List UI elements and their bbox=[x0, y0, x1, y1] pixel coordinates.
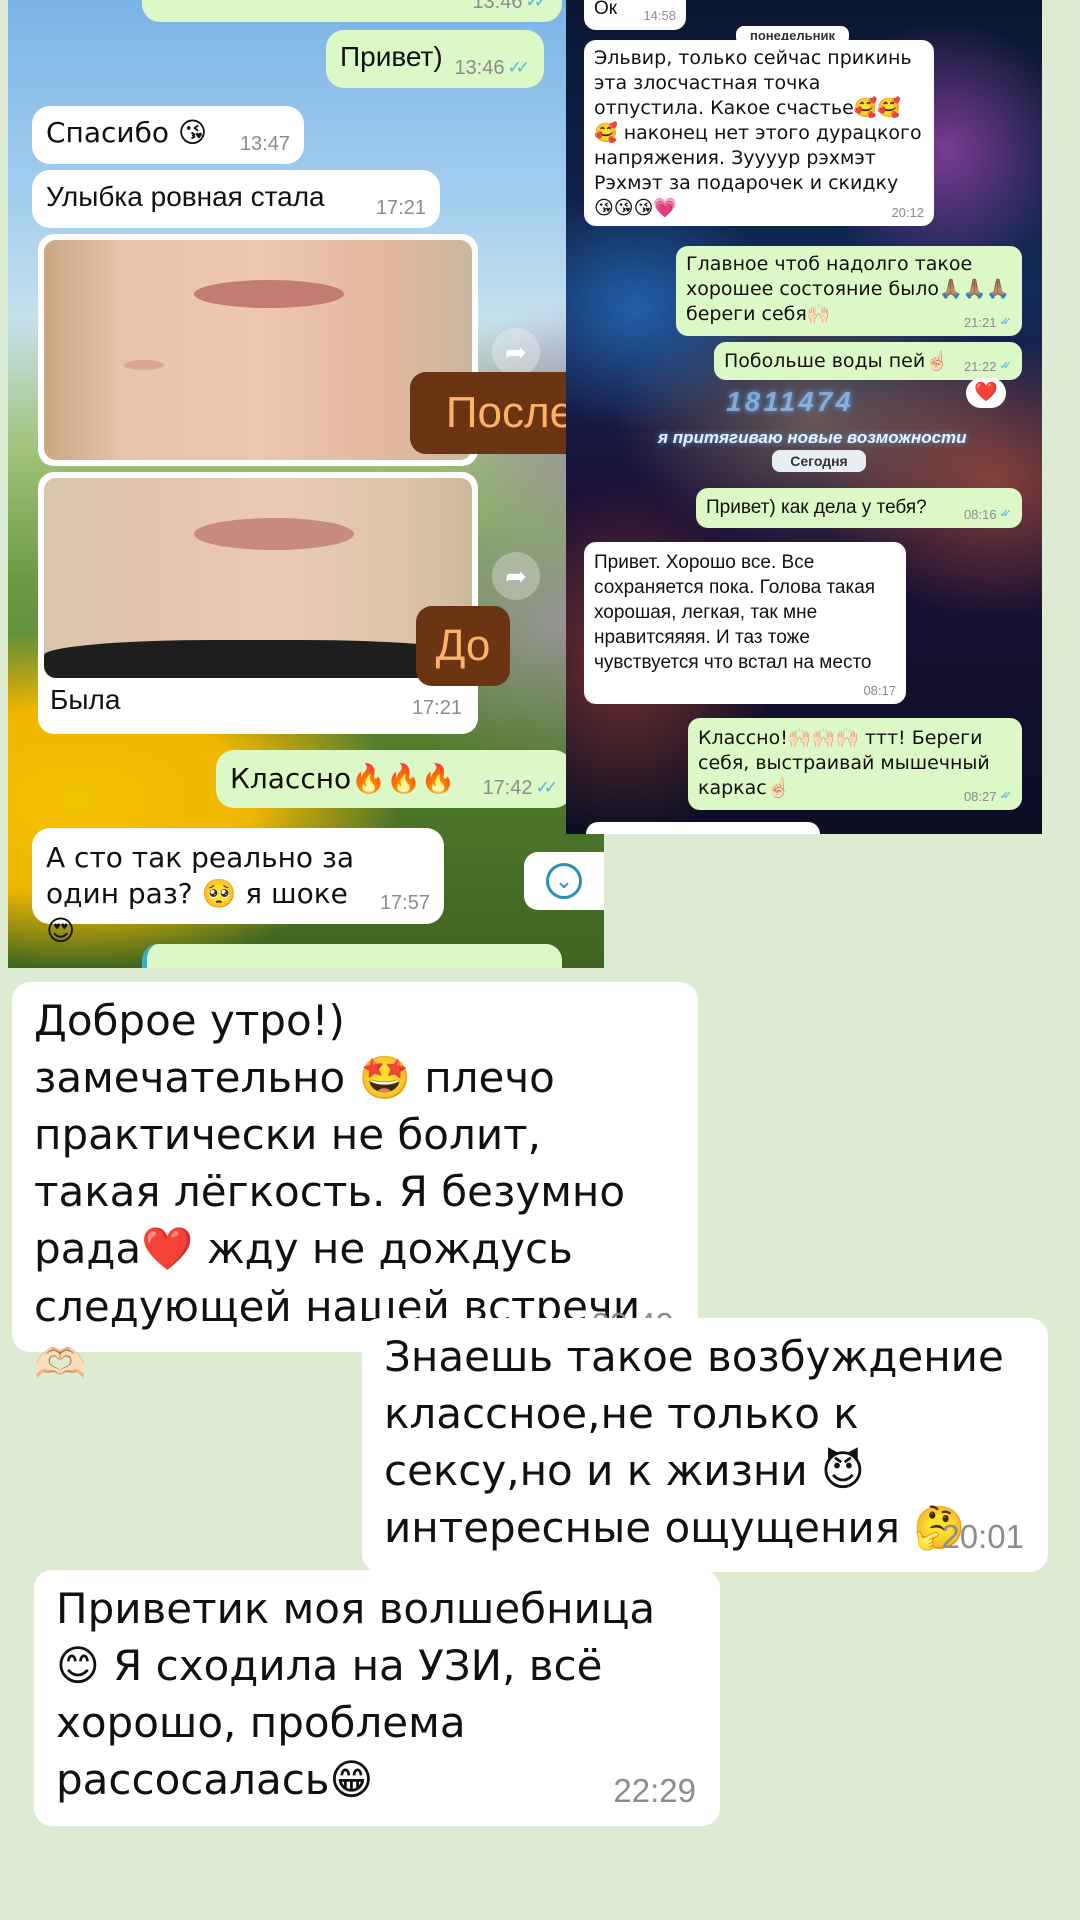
message-time: 08:27 bbox=[963, 788, 997, 804]
read-checkmarks-icon: ✓✓ bbox=[535, 777, 558, 797]
lips-shape bbox=[194, 518, 354, 550]
read-checkmarks-icon: ✓✓ bbox=[999, 790, 1011, 803]
forward-icon[interactable]: ➦ bbox=[492, 552, 540, 600]
message-ok[interactable]: Ок 14:58 bbox=[584, 0, 686, 30]
heart-reaction-icon[interactable]: ❤️ bbox=[966, 378, 1006, 408]
message-time: 13:47 bbox=[239, 133, 290, 155]
message-privet[interactable]: Привет) 13:46 ✓✓ bbox=[326, 30, 544, 88]
message-time: 13:46 bbox=[472, 0, 523, 13]
message-time: 08:17 bbox=[863, 682, 896, 698]
message-text: Привет) как дела у тебя? bbox=[706, 497, 927, 518]
face-photo-image: 1 bbox=[44, 240, 472, 460]
message-text: Эльвир, только сейчас прикинь эта злосча… bbox=[594, 47, 922, 220]
shirt-shape bbox=[44, 640, 472, 678]
lips-shape bbox=[194, 280, 344, 308]
message-text: Побольше воды пей☝🏻 bbox=[724, 350, 949, 372]
chevron-down-circle-icon: ⌄ bbox=[546, 863, 582, 899]
right-chat-screenshot: Ок 14:58 понедельник Эльвир, только сейч… bbox=[566, 0, 1042, 834]
message-text: Классно!🙌🏻🙌🏻🙌🏻 ттт! Береги себя, выстраи… bbox=[698, 727, 990, 800]
message-glavnoe[interactable]: Главное чтоб надолго такое хорошее состо… bbox=[676, 246, 1022, 336]
message-time: 20:01 bbox=[941, 1518, 1024, 1556]
message-text: Классно🔥🔥🔥 bbox=[230, 762, 456, 795]
message-text: Ок bbox=[594, 0, 618, 19]
message-partial-top[interactable]: 13:46 ✓✓ bbox=[142, 0, 562, 22]
read-checkmarks-icon: ✓✓ bbox=[999, 508, 1011, 521]
message-time: 08:16 bbox=[963, 506, 997, 522]
message-time: 17:42 bbox=[482, 777, 533, 799]
message-kak-dela[interactable]: Привет) как дела у тебя? 08:16 ✓✓ bbox=[696, 488, 1022, 528]
message-partial-bottom bbox=[142, 944, 562, 968]
message-text: Спасибо 😘 bbox=[46, 116, 208, 149]
message-time: 17:21 bbox=[375, 197, 426, 219]
message-text: Знаешь такое возбуждение классное,не тол… bbox=[384, 1332, 1004, 1553]
message-time: 20:12 bbox=[891, 204, 924, 220]
scroll-down-button[interactable]: ⌄ bbox=[524, 852, 604, 910]
message-klassno[interactable]: Классно🔥🔥🔥 17:42 ✓✓ bbox=[216, 750, 572, 808]
message-text: Главное чтоб надолго такое хорошее состо… bbox=[686, 253, 1010, 326]
message-privetik[interactable]: Приветик моя волшебница😊 Я сходила на УЗ… bbox=[34, 1570, 720, 1826]
message-klassno-karkas[interactable]: Классно!🙌🏻🙌🏻🙌🏻 ттт! Береги себя, выстраи… bbox=[688, 718, 1022, 810]
message-ulybka[interactable]: Улыбка ровная стала 17:21 bbox=[32, 170, 440, 228]
wallpaper-text: я притягиваю новые возможности bbox=[658, 428, 967, 447]
message-time: 14:58 bbox=[643, 7, 676, 23]
message-pobolshe[interactable]: Побольше воды пей☝🏻 21:22 ✓✓ bbox=[714, 342, 1022, 380]
message-partial-bottom bbox=[586, 822, 820, 834]
label-before: До bbox=[416, 606, 510, 686]
left-chat-screenshot: 13:46 ✓✓ Привет) 13:46 ✓✓ Спасибо 😘 13:47 … bbox=[8, 0, 604, 968]
wallpaper-numbers: 1811474 bbox=[726, 386, 854, 417]
message-time: 21:22 bbox=[963, 358, 997, 374]
message-text: Приветик моя волшебница😊 Я сходила на УЗ… bbox=[56, 1584, 656, 1805]
photo-time: 17:21 bbox=[411, 697, 462, 719]
message-spasibo[interactable]: Спасибо 😘 13:47 bbox=[32, 106, 304, 164]
read-checkmarks-icon: ✓✓ bbox=[999, 316, 1011, 329]
message-text: А сто так реально за один раз? 🥺 я шоке😍 bbox=[46, 841, 355, 947]
message-time: 17:57 bbox=[379, 892, 430, 914]
message-time: 13:46 bbox=[454, 57, 505, 79]
message-text: Улыбка ровная стала bbox=[46, 181, 325, 212]
photo-before[interactable]: Была 17:21 bbox=[38, 472, 478, 734]
message-time: 21:21 bbox=[963, 314, 997, 330]
message-time: 22:29 bbox=[613, 1772, 696, 1810]
read-checkmarks-icon: ✓✓ bbox=[507, 57, 530, 77]
message-dobroe-utro[interactable]: Доброе утро!) замечательно 🤩 плечо практ… bbox=[12, 982, 698, 1388]
message-znaesh[interactable]: Знаешь такое возбуждение классное,не тол… bbox=[362, 1318, 1048, 1572]
photo-caption: Была bbox=[50, 684, 121, 715]
message-elvir[interactable]: Эльвир, только сейчас прикинь эта злосча… bbox=[584, 40, 934, 226]
read-checkmarks-icon: ✓✓ bbox=[525, 0, 548, 11]
read-checkmarks-icon: ✓✓ bbox=[999, 360, 1011, 373]
dimple-shape bbox=[124, 360, 164, 370]
message-text: Привет) bbox=[340, 41, 443, 72]
date-divider-today: Сегодня bbox=[772, 450, 866, 472]
message-horosho[interactable]: Привет. Хорошо все. Все сохраняется пока… bbox=[584, 542, 906, 704]
message-text: Привет. Хорошо все. Все сохраняется пока… bbox=[594, 552, 876, 674]
forward-icon[interactable]: ➦ bbox=[492, 328, 540, 376]
face-photo-image bbox=[44, 478, 472, 678]
message-a-sto[interactable]: А сто так реально за один раз? 🥺 я шоке😍… bbox=[32, 828, 444, 947]
